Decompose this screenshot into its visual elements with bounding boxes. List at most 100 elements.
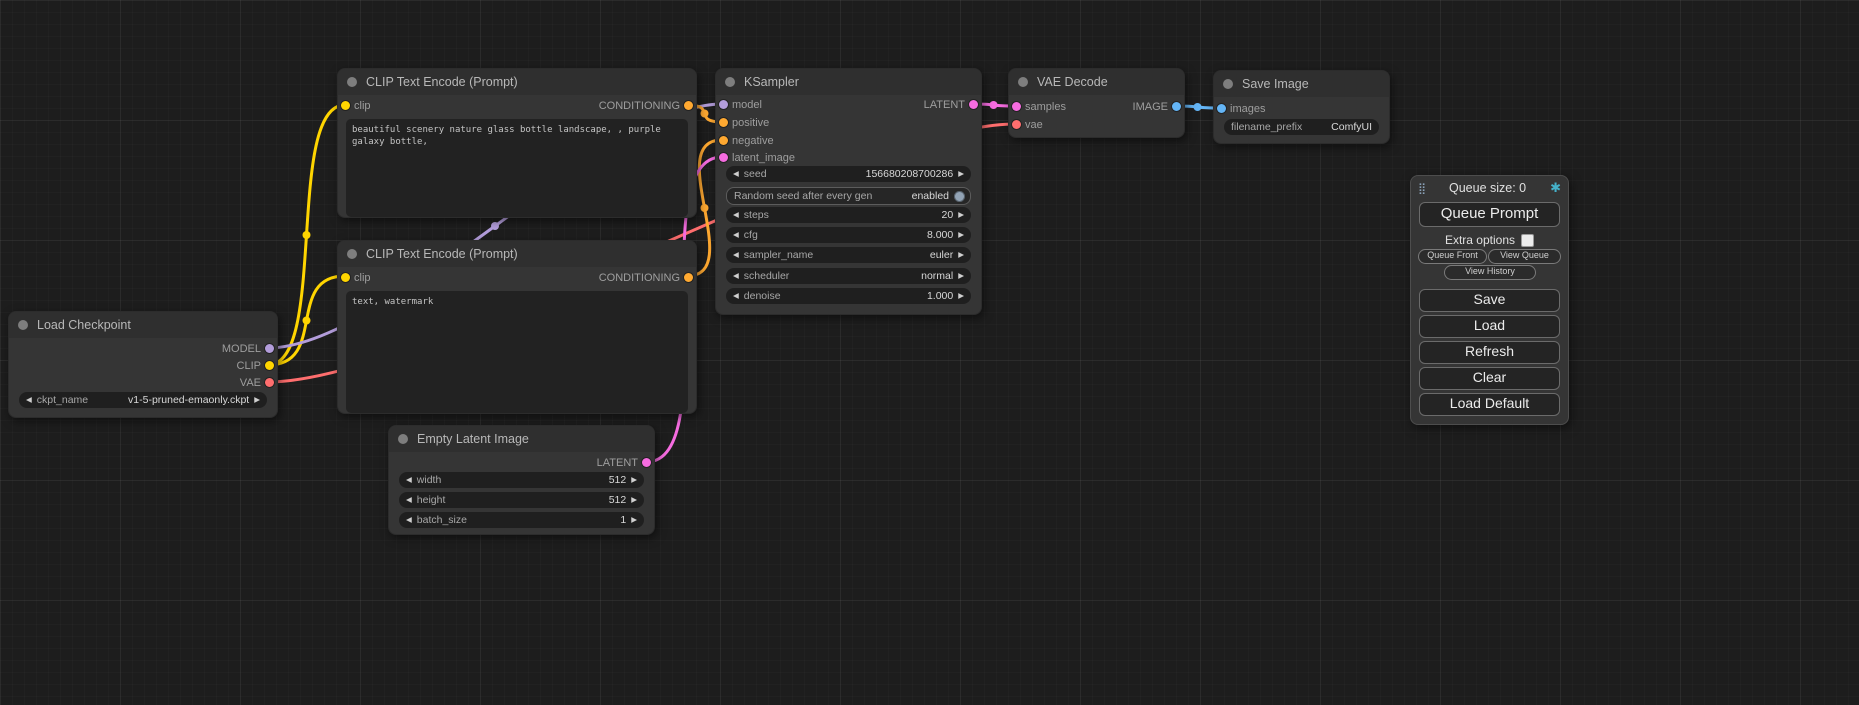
load-button[interactable]: Load	[1419, 315, 1560, 338]
node-header[interactable]: Save Image	[1214, 71, 1389, 97]
positive-prompt-textarea[interactable]: beautiful scenery nature glass bottle la…	[346, 119, 688, 217]
decrement-arrow-icon[interactable]: ◀	[733, 207, 739, 223]
refresh-button[interactable]: Refresh	[1419, 341, 1560, 364]
drag-handle-icon[interactable]: ⣿	[1418, 182, 1425, 195]
toggle-icon[interactable]	[954, 191, 965, 202]
node-header[interactable]: Load Checkpoint	[9, 312, 277, 338]
queue-panel[interactable]: ⣿ Queue size: 0 ✱ Queue Prompt Extra opt…	[1410, 175, 1569, 425]
node-ksampler[interactable]: KSampler model positive negative latent_…	[715, 68, 982, 315]
decrement-arrow-icon[interactable]: ◀	[733, 268, 739, 284]
increment-arrow-icon[interactable]: ▶	[631, 492, 637, 508]
load-default-button[interactable]: Load Default	[1419, 393, 1560, 416]
collapse-dot-icon[interactable]	[1223, 79, 1233, 89]
widget-batch-size[interactable]: ◀ batch_size 1 ▶	[399, 512, 644, 528]
decrement-arrow-icon[interactable]: ◀	[26, 392, 32, 408]
node-header[interactable]: VAE Decode	[1009, 69, 1184, 95]
input-port-negative[interactable]	[719, 136, 728, 145]
extra-options-label: Extra options	[1445, 233, 1515, 247]
output-port-latent[interactable]	[969, 100, 978, 109]
widget-steps[interactable]: ◀ steps 20 ▶	[726, 207, 971, 223]
collapse-dot-icon[interactable]	[1018, 77, 1028, 87]
output-port-clip[interactable]	[265, 361, 274, 370]
node-title-text: KSampler	[744, 75, 799, 89]
output-port-conditioning[interactable]	[684, 101, 693, 110]
collapse-dot-icon[interactable]	[18, 320, 28, 330]
decrement-arrow-icon[interactable]: ◀	[733, 247, 739, 263]
node-header[interactable]: CLIP Text Encode (Prompt)	[338, 241, 696, 267]
node-graph-canvas[interactable]: Load Checkpoint MODEL CLIP VAE ◀ ckpt_na…	[0, 0, 1859, 705]
widget-seed[interactable]: ◀ seed 156680208700286 ▶	[726, 166, 971, 182]
widget-sampler-name[interactable]: ◀ sampler_name euler ▶	[726, 247, 971, 263]
extra-options-checkbox[interactable]	[1521, 234, 1534, 247]
input-port-clip[interactable]	[341, 273, 350, 282]
increment-arrow-icon[interactable]: ▶	[958, 247, 964, 263]
input-port-images[interactable]	[1217, 104, 1226, 113]
increment-arrow-icon[interactable]: ▶	[958, 227, 964, 243]
node-save-image[interactable]: Save Image images filename_prefix ComfyU…	[1213, 70, 1390, 144]
input-port-clip[interactable]	[341, 101, 350, 110]
input-label-model: model	[732, 99, 762, 111]
input-port-samples[interactable]	[1012, 102, 1021, 111]
widget-ckpt-name[interactable]: ◀ ckpt_name v1-5-pruned-emaonly.ckpt ▶	[19, 392, 267, 408]
decrement-arrow-icon[interactable]: ◀	[406, 472, 412, 488]
output-port-model[interactable]	[265, 344, 274, 353]
input-port-positive[interactable]	[719, 118, 728, 127]
settings-gear-icon[interactable]: ✱	[1550, 180, 1561, 196]
decrement-arrow-icon[interactable]: ◀	[733, 166, 739, 182]
collapse-dot-icon[interactable]	[347, 77, 357, 87]
node-title-text: VAE Decode	[1037, 75, 1108, 89]
collapse-dot-icon[interactable]	[398, 434, 408, 444]
output-port-image[interactable]	[1172, 102, 1181, 111]
node-header[interactable]: KSampler	[716, 69, 981, 95]
increment-arrow-icon[interactable]: ▶	[631, 512, 637, 528]
negative-prompt-textarea[interactable]: text, watermark	[346, 291, 688, 413]
increment-arrow-icon[interactable]: ▶	[958, 288, 964, 304]
node-vae-decode[interactable]: VAE Decode samples vae IMAGE	[1008, 68, 1185, 138]
widget-width[interactable]: ◀ width 512 ▶	[399, 472, 644, 488]
widget-filename-prefix[interactable]: filename_prefix ComfyUI	[1224, 119, 1379, 135]
widget-height[interactable]: ◀ height 512 ▶	[399, 492, 644, 508]
view-queue-button[interactable]: View Queue	[1488, 249, 1561, 264]
input-port-model[interactable]	[719, 100, 728, 109]
widget-value: 8.000	[927, 229, 953, 241]
increment-arrow-icon[interactable]: ▶	[958, 268, 964, 284]
wire-midpoint-dot	[491, 222, 499, 230]
node-clip-text-encode-negative[interactable]: CLIP Text Encode (Prompt) clip CONDITION…	[337, 240, 697, 414]
input-port-latent-image[interactable]	[719, 153, 728, 162]
decrement-arrow-icon[interactable]: ◀	[733, 288, 739, 304]
widget-denoise[interactable]: ◀ denoise 1.000 ▶	[726, 288, 971, 304]
node-clip-text-encode-positive[interactable]: CLIP Text Encode (Prompt) clip CONDITION…	[337, 68, 697, 218]
increment-arrow-icon[interactable]: ▶	[958, 166, 964, 182]
collapse-dot-icon[interactable]	[725, 77, 735, 87]
queue-panel-header: ⣿ Queue size: 0 ✱	[1418, 179, 1561, 197]
increment-arrow-icon[interactable]: ▶	[958, 207, 964, 223]
increment-arrow-icon[interactable]: ▶	[254, 392, 260, 408]
increment-arrow-icon[interactable]: ▶	[631, 472, 637, 488]
decrement-arrow-icon[interactable]: ◀	[733, 227, 739, 243]
decrement-arrow-icon[interactable]: ◀	[406, 492, 412, 508]
input-port-vae[interactable]	[1012, 120, 1021, 129]
queue-front-button[interactable]: Queue Front	[1418, 249, 1487, 264]
queue-prompt-button[interactable]: Queue Prompt	[1419, 202, 1560, 227]
widget-random-seed-toggle[interactable]: Random seed after every gen enabled	[726, 187, 971, 205]
decrement-arrow-icon[interactable]: ◀	[406, 512, 412, 528]
view-history-button[interactable]: View History	[1444, 265, 1536, 280]
node-header[interactable]: CLIP Text Encode (Prompt)	[338, 69, 696, 95]
widget-scheduler[interactable]: ◀ scheduler normal ▶	[726, 268, 971, 284]
output-port-vae[interactable]	[265, 378, 274, 387]
wire-midpoint-dot	[701, 110, 709, 118]
wire-clip-to-negative-encode	[268, 276, 345, 365]
node-header[interactable]: Empty Latent Image	[389, 426, 654, 452]
widget-cfg[interactable]: ◀ cfg 8.000 ▶	[726, 227, 971, 243]
node-load-checkpoint[interactable]: Load Checkpoint MODEL CLIP VAE ◀ ckpt_na…	[8, 311, 278, 418]
clear-button[interactable]: Clear	[1419, 367, 1560, 390]
wire-midpoint-dot	[303, 317, 311, 325]
widget-label: denoise	[744, 290, 781, 302]
widget-value: 512	[609, 474, 627, 486]
output-port-conditioning[interactable]	[684, 273, 693, 282]
node-title-text: CLIP Text Encode (Prompt)	[366, 75, 518, 89]
output-port-latent[interactable]	[642, 458, 651, 467]
node-empty-latent-image[interactable]: Empty Latent Image LATENT ◀ width 512 ▶ …	[388, 425, 655, 535]
collapse-dot-icon[interactable]	[347, 249, 357, 259]
save-button[interactable]: Save	[1419, 289, 1560, 312]
